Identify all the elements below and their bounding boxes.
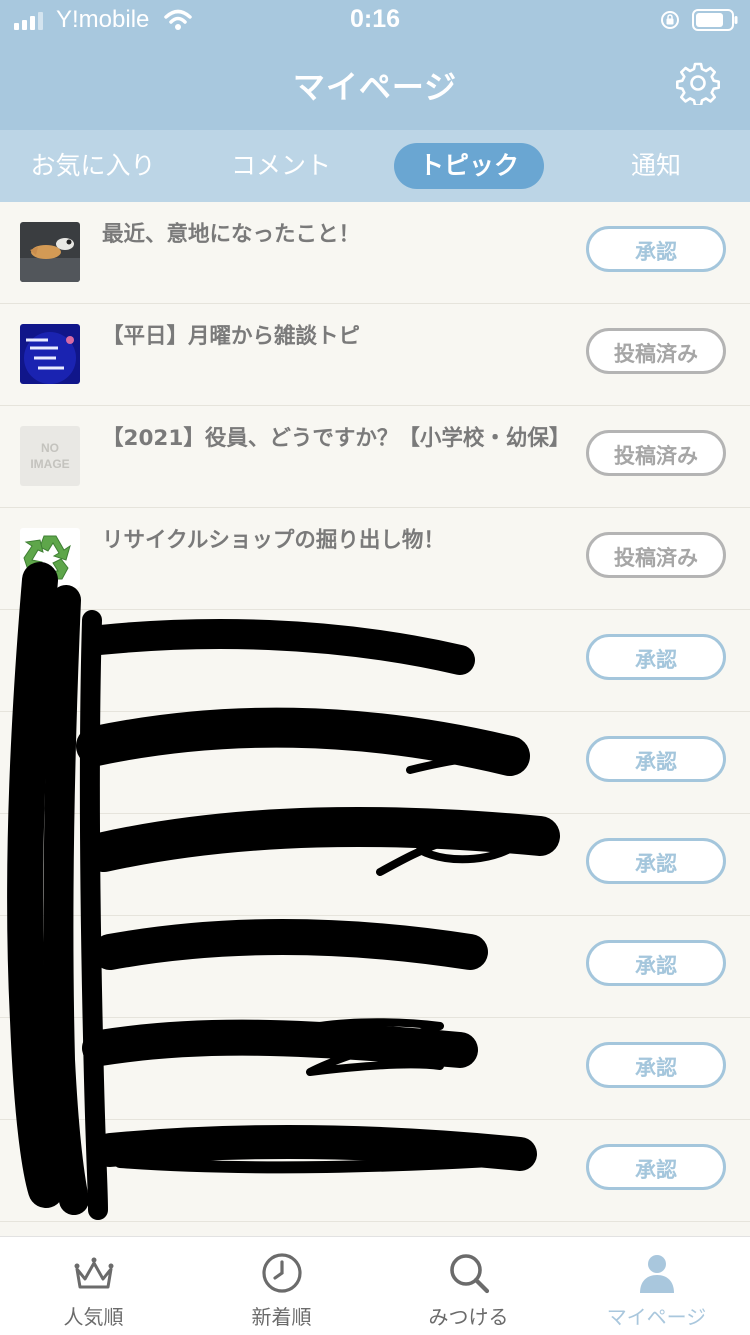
list-item[interactable]: 承認 [0, 814, 750, 916]
list-item[interactable]: NO IMAGE 【2021】役員、どうですか？【小学校・幼保】 投稿済み [0, 406, 750, 508]
gear-icon[interactable] [676, 61, 720, 105]
app-header: Y!mobile 0:16 マイページ お気に入り コメント トピック 通知 [0, 0, 750, 202]
clock-icon [262, 1253, 302, 1293]
list-item[interactable]: 【平日】月曜から雑談トピ 投稿済み [0, 304, 750, 406]
crown-icon [74, 1257, 114, 1289]
nav-label: 人気順 [63, 1305, 124, 1329]
tab-topics[interactable]: トピック [394, 143, 544, 189]
page-title: マイページ [292, 68, 458, 106]
battery-icon [692, 9, 738, 31]
tab-comments[interactable]: コメント [202, 143, 360, 189]
nav-label: 新着順 [251, 1305, 312, 1329]
list-item[interactable]: 最近、意地になったこと！ 承認 [0, 202, 750, 304]
nav-popular[interactable]: 人気順 [0, 1237, 187, 1335]
rotation-lock-icon [661, 11, 679, 29]
nav-mypage[interactable]: マイページ [563, 1237, 750, 1335]
tab-favorites[interactable]: お気に入り [14, 143, 172, 189]
topic-thumbnail [20, 222, 80, 282]
posted-button[interactable]: 投稿済み [586, 430, 726, 476]
status-bar: Y!mobile 0:16 [0, 0, 750, 40]
approve-button[interactable]: 承認 [586, 634, 726, 680]
topic-thumbnail [20, 324, 80, 384]
tab-notifications[interactable]: 通知 [580, 143, 732, 189]
no-image-placeholder: NO IMAGE [20, 426, 80, 486]
bottom-nav: 人気順 新着順 みつける マイページ [0, 1236, 750, 1335]
nav-search[interactable]: みつける [375, 1237, 562, 1335]
search-icon [450, 1254, 490, 1294]
person-icon [640, 1255, 674, 1293]
topic-title: 【平日】月曜から雑談トピ [102, 324, 361, 349]
topic-title: 【2021】役員、どうですか？【小学校・幼保】 [102, 426, 571, 451]
topic-list: 最近、意地になったこと！ 承認 【平日】月曜から雑談トピ 投稿済み NO IMA… [0, 202, 750, 1222]
posted-button[interactable]: 投稿済み [586, 532, 726, 578]
list-item[interactable]: 承認 [0, 916, 750, 1018]
approve-button[interactable]: 承認 [586, 940, 726, 986]
approve-button[interactable]: 承認 [586, 838, 726, 884]
list-item[interactable]: 承認 [0, 1018, 750, 1120]
approve-button[interactable]: 承認 [586, 1042, 726, 1088]
list-item[interactable]: リサイクルショップの掘り出し物！ 投稿済み [0, 508, 750, 610]
approve-button[interactable]: 承認 [586, 1144, 726, 1190]
posted-button[interactable]: 投稿済み [586, 328, 726, 374]
nav-label: マイページ [606, 1305, 707, 1329]
list-item[interactable]: 承認 [0, 1120, 750, 1222]
tab-bar: お気に入り コメント トピック 通知 [0, 130, 750, 202]
recycle-icon [20, 528, 80, 588]
approve-button[interactable]: 承認 [586, 736, 726, 782]
approve-button[interactable]: 承認 [586, 226, 726, 272]
topic-title: リサイクルショップの掘り出し物！ [102, 528, 445, 553]
list-item[interactable]: 承認 [0, 610, 750, 712]
list-item[interactable]: 承認 [0, 712, 750, 814]
nav-label: みつける [428, 1305, 509, 1329]
topic-title: 最近、意地になったこと！ [102, 222, 361, 247]
status-time: 0:16 [349, 5, 401, 33]
nav-newest[interactable]: 新着順 [188, 1237, 375, 1335]
